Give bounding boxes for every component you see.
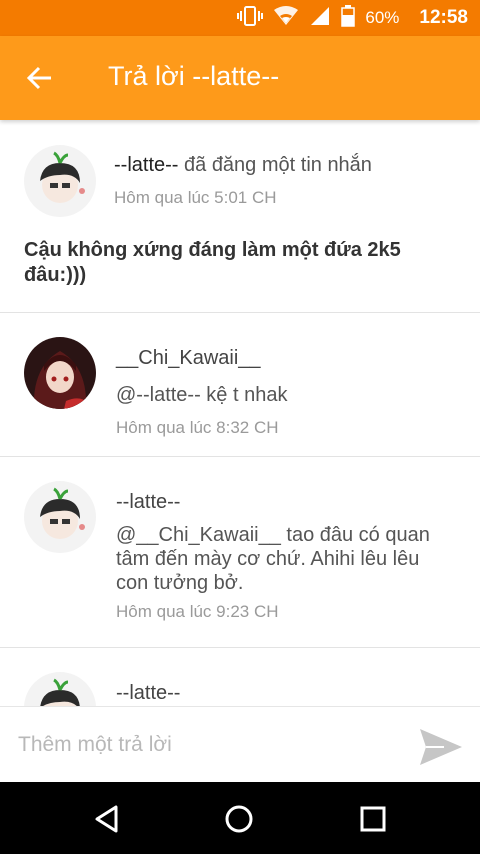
reply-author[interactable]: --latte-- <box>116 491 180 514</box>
square-recents-icon <box>360 806 386 832</box>
send-icon <box>420 729 462 765</box>
avatar[interactable] <box>24 481 96 553</box>
nav-back-button[interactable] <box>90 802 124 836</box>
triangle-back-icon <box>95 805 118 833</box>
nav-home-button[interactable] <box>222 802 256 836</box>
reply-author[interactable]: __Chi_Kawaii__ <box>116 347 261 370</box>
app-bar: Trả lời --latte-- <box>0 36 480 120</box>
reply-item: --latte-- <box>0 648 480 706</box>
reply-text: @__Chi_Kawaii__ tao đâu có quan tâm đến … <box>116 524 430 594</box>
status-icons: 60% 12:58 <box>237 4 468 32</box>
signal-icon <box>309 5 331 32</box>
avatar[interactable] <box>24 145 96 217</box>
status-bar: 60% 12:58 <box>0 0 480 36</box>
post-summary: --latte-- đã đăng một tin nhắn <box>114 154 372 177</box>
reply-item: __Chi_Kawaii__ @--latte-- kệ t nhak Hôm … <box>0 313 480 457</box>
reply-time: Hôm qua lúc 8:32 CH <box>116 418 279 437</box>
reply-composer <box>0 706 480 782</box>
reply-author[interactable]: --latte-- <box>116 682 180 705</box>
avatar[interactable] <box>24 337 96 409</box>
reply-input[interactable] <box>18 729 398 761</box>
send-button[interactable] <box>418 727 464 767</box>
avatar[interactable] <box>24 672 96 706</box>
reply-text: @--latte-- kệ t nhak <box>116 384 288 406</box>
nav-recents-button[interactable] <box>356 802 390 836</box>
battery-icon <box>341 4 356 32</box>
original-post: --latte-- đã đăng một tin nhắn Hôm qua l… <box>0 120 480 313</box>
circle-home-icon <box>225 805 253 833</box>
back-button[interactable] <box>22 60 58 96</box>
reply-time: Hôm qua lúc 9:23 CH <box>116 602 279 621</box>
reply-item: --latte-- @__Chi_Kawaii__ tao đâu có qua… <box>0 457 480 648</box>
page-title: Trả lời --latte-- <box>108 61 280 91</box>
post-author[interactable]: --latte-- <box>114 154 178 176</box>
system-nav-bar <box>0 782 480 854</box>
vibrate-icon <box>237 5 264 32</box>
wifi-icon <box>273 5 299 32</box>
post-action: đã đăng một tin nhắn <box>178 154 372 176</box>
arrow-left-icon <box>26 66 51 90</box>
reply-thread[interactable]: --latte-- đã đăng một tin nhắn Hôm qua l… <box>0 120 480 706</box>
clock: 12:58 <box>419 7 468 28</box>
post-message: Cậu không xứng đáng làm một đứa 2k5 đâu:… <box>24 239 401 286</box>
battery-percent: 60% <box>365 8 400 27</box>
post-time: Hôm qua lúc 5:01 CH <box>114 188 277 207</box>
